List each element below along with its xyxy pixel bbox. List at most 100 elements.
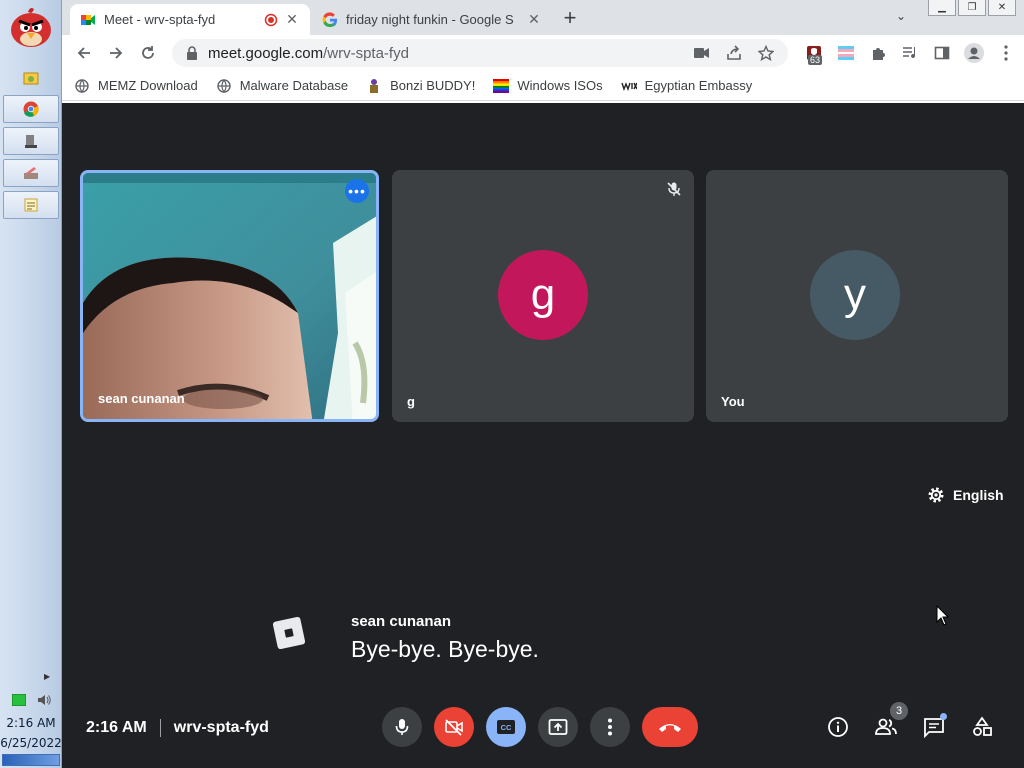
show-desktop-bar[interactable] — [2, 754, 60, 766]
bookmark-bonzi[interactable]: Bonzi BUDDY! — [366, 78, 475, 94]
taskbar-folder-icon[interactable] — [3, 64, 59, 92]
meeting-details: 2:16 AM wrv-spta-fyd — [86, 719, 269, 737]
browser-toolbar: meet.google.com/wrv-spta-fyd 63 — [62, 35, 1024, 71]
captions-button[interactable]: CC — [486, 707, 526, 747]
participant-name: You — [721, 394, 745, 409]
globe-icon — [216, 78, 232, 94]
caption-language: English — [953, 487, 1004, 503]
meeting-controls-bar: 2:16 AM wrv-spta-fyd CC 3 — [62, 701, 1024, 757]
google-meet-icon — [81, 14, 95, 25]
meeting-details-button[interactable] — [822, 711, 854, 743]
camera-in-use-icon[interactable] — [686, 47, 718, 59]
leave-call-button[interactable] — [642, 707, 698, 747]
more-options-button[interactable] — [590, 707, 630, 747]
taskbar: ▶ 2:16 AM 6/25/2022 — [0, 0, 62, 768]
wix-icon — [620, 78, 637, 94]
network-icon[interactable] — [12, 694, 26, 706]
taskbar-app-button-2[interactable] — [3, 127, 59, 155]
minimize-icon[interactable]: ▁ — [928, 0, 956, 16]
tab-google-search[interactable]: friday night funkin - Google S ✕ — [312, 4, 552, 35]
bookmark-egyptian-embassy[interactable]: Egyptian Embassy — [620, 78, 752, 94]
angry-bird-start-icon[interactable] — [8, 6, 54, 48]
trans-flag-extension-icon[interactable] — [830, 37, 862, 69]
meeting-time: 2:16 AM — [86, 719, 147, 736]
taskbar-clock-date[interactable]: 6/25/2022 — [0, 736, 62, 750]
address-bar[interactable]: meet.google.com/wrv-spta-fyd — [172, 39, 788, 67]
participant-avatar: y — [810, 250, 900, 340]
participant-name: sean cunanan — [98, 391, 185, 406]
bookmarks-bar: MEMZ Download Malware Database Bonzi BUD… — [62, 71, 1024, 101]
recording-icon — [264, 13, 278, 26]
live-caption: sean cunanan Bye-bye. Bye-bye. — [351, 613, 539, 663]
volume-icon[interactable] — [36, 692, 52, 708]
lock-icon[interactable] — [186, 46, 198, 60]
microphone-button[interactable] — [382, 707, 422, 747]
new-tab-button[interactable]: + — [558, 5, 582, 30]
hang-up-icon — [659, 724, 681, 732]
tab-strip: Meet - wrv-spta-fyd ✕ friday night funki… — [62, 0, 1024, 35]
tab-meet[interactable]: Meet - wrv-spta-fyd ✕ — [70, 4, 310, 35]
url-text: meet.google.com/wrv-spta-fyd — [208, 44, 409, 62]
unread-dot — [940, 713, 947, 720]
window-controls: ▁ ❐ ✕ — [926, 0, 1016, 16]
reload-icon[interactable] — [132, 37, 164, 69]
bonzi-icon — [366, 78, 382, 94]
google-icon — [322, 11, 337, 27]
tab-title: friday night funkin - Google S — [346, 12, 514, 27]
taskbar-app-button-3[interactable] — [3, 159, 59, 187]
meeting-code: wrv-spta-fyd — [173, 719, 269, 736]
participant-tile-g[interactable]: g g — [392, 170, 694, 422]
participant-name: g — [407, 394, 415, 409]
caption-text: Bye-bye. Bye-bye. — [351, 636, 539, 662]
meet-stage: ••• sean cunanan g g y You English sean … — [62, 103, 1024, 768]
caption-speaker: sean cunanan — [351, 613, 452, 630]
extension-badge: 63 — [808, 55, 823, 65]
bookmark-memz[interactable]: MEMZ Download — [74, 78, 198, 94]
taskbar-clock-time[interactable]: 2:16 AM — [0, 716, 62, 730]
people-button[interactable]: 3 — [870, 702, 908, 743]
caption-speaker-avatar — [272, 616, 306, 650]
browser-window: Meet - wrv-spta-fyd ✕ friday night funki… — [62, 0, 1024, 103]
media-control-icon[interactable] — [894, 37, 926, 69]
back-icon[interactable] — [68, 37, 100, 69]
share-icon[interactable] — [718, 45, 750, 61]
caption-language-selector[interactable]: English — [927, 486, 1004, 504]
mouse-cursor-icon — [936, 605, 950, 626]
present-icon — [548, 719, 568, 735]
forward-icon[interactable] — [100, 37, 132, 69]
chat-button[interactable] — [918, 711, 950, 743]
people-count-badge: 3 — [890, 702, 908, 720]
closed-captions-icon: CC — [497, 720, 515, 734]
browser-menu-icon[interactable] — [990, 37, 1022, 69]
puzzle-extensions-icon[interactable] — [862, 37, 894, 69]
extension-icon[interactable]: 63 — [798, 37, 830, 69]
taskbar-chrome-button[interactable] — [3, 95, 59, 123]
svg-text:CC: CC — [501, 723, 512, 732]
info-icon — [828, 717, 848, 737]
side-panel-icon[interactable] — [926, 37, 958, 69]
activities-button[interactable] — [966, 711, 998, 743]
close-window-icon[interactable]: ✕ — [988, 0, 1016, 16]
extensions-area: 63 — [798, 37, 1022, 69]
tab-search-icon[interactable]: ⌄ — [896, 9, 906, 23]
bookmark-malware-db[interactable]: Malware Database — [216, 78, 348, 94]
more-options-icon[interactable]: ••• — [345, 179, 369, 203]
profile-avatar-icon[interactable] — [958, 37, 990, 69]
taskbar-app-button-4[interactable] — [3, 191, 59, 219]
present-screen-button[interactable] — [538, 707, 578, 747]
bookmark-star-icon[interactable] — [750, 45, 782, 61]
microphone-icon — [395, 719, 409, 735]
close-tab-icon[interactable]: ✕ — [284, 11, 300, 28]
bookmark-windows-isos[interactable]: Windows ISOs — [493, 78, 603, 94]
close-tab-icon[interactable]: ✕ — [526, 11, 542, 28]
activities-shapes-icon — [973, 716, 992, 736]
maximize-icon[interactable]: ❐ — [958, 0, 986, 16]
participant-tile-sean[interactable]: ••• sean cunanan — [80, 170, 379, 422]
participant-tile-you[interactable]: y You — [706, 170, 1008, 422]
tray-expand-icon[interactable]: ▶ — [44, 672, 50, 681]
gear-icon — [928, 487, 944, 503]
chrome-icon — [23, 101, 39, 117]
people-icon — [875, 718, 897, 735]
camera-off-button[interactable] — [434, 707, 474, 747]
camera-off-icon — [445, 719, 463, 736]
